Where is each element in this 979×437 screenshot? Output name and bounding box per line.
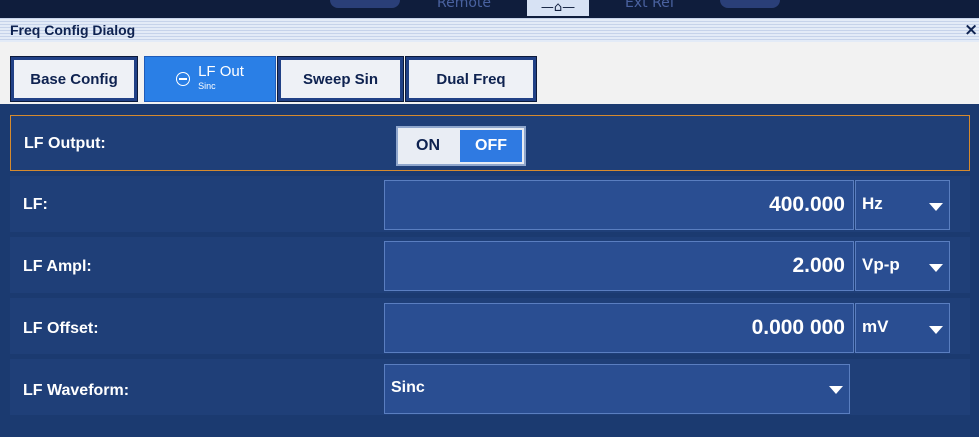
status-strip-shape-right [720, 0, 780, 8]
lf-ampl-unit: Vp-p [862, 255, 900, 274]
freq-config-dialog: Freq Config Dialog × Base Config LF Out … [0, 18, 979, 437]
lf-offset-value: 0.000 000 [751, 316, 845, 339]
lf-ampl-value-field[interactable]: 2.000 [384, 241, 854, 291]
status-strip: Remote —⌂— Ext Ref [0, 0, 979, 18]
lf-ampl-unit-select[interactable]: Vp-p [855, 241, 950, 291]
dialog-titlebar[interactable]: Freq Config Dialog × [0, 18, 979, 42]
chevron-down-icon [829, 386, 843, 394]
lf-ampl-label: LF Ampl: [23, 258, 92, 275]
lf-ampl-value: 2.000 [792, 254, 845, 277]
tab-label: LF Out [198, 63, 244, 80]
lf-offset-value-field[interactable]: 0.000 000 [384, 303, 854, 353]
chevron-down-icon [929, 203, 943, 211]
lf-offset-unit: mV [862, 317, 889, 336]
lf-output-row: LF Output: ON OFF [10, 115, 970, 171]
tab-bar: Base Config LF Out Sinc Sweep Sin Dual F… [0, 42, 979, 104]
tab-lf-out-content: LF Out Sinc [176, 63, 244, 93]
tab-sweep-sin-face: Sweep Sin [281, 60, 400, 98]
lf-unit-select[interactable]: Hz [855, 180, 950, 230]
tab-sweep-sin[interactable]: Sweep Sin [277, 56, 404, 102]
tab-base-config-face: Base Config [14, 60, 134, 98]
home-icon[interactable]: —⌂— [527, 0, 589, 16]
ext-ref-indicator: Ext Ref [625, 0, 675, 11]
lf-output-toggle[interactable]: ON OFF [396, 126, 526, 166]
lf-value-field[interactable]: 400.000 [384, 180, 854, 230]
tab-label: Base Config [30, 70, 118, 88]
tab-base-config[interactable]: Base Config [10, 56, 138, 102]
chevron-down-icon [929, 326, 943, 334]
lf-unit: Hz [862, 194, 883, 213]
lf-waveform-select[interactable]: Sinc [384, 364, 850, 414]
toggle-off-option[interactable]: OFF [460, 130, 522, 162]
lf-offset-label: LF Offset: [23, 320, 99, 337]
dialog-title: Freq Config Dialog [10, 22, 136, 38]
chevron-down-icon [929, 264, 943, 272]
tab-lf-out-text: LF Out Sinc [198, 63, 244, 93]
lf-output-label: LF Output: [24, 135, 106, 152]
tab-label: Sweep Sin [302, 70, 379, 88]
tab-sublabel: Sinc [198, 81, 216, 91]
lf-offset-unit-select[interactable]: mV [855, 303, 950, 353]
lf-label: LF: [23, 196, 48, 213]
lf-waveform-label: LF Waveform: [23, 382, 130, 399]
tab-dual-freq-face: Dual Freq [409, 60, 533, 98]
lf-out-panel: LF Output: ON OFF LF: 400.000 Hz LF Ampl… [0, 104, 979, 437]
status-strip-shape-left [330, 0, 400, 8]
tab-lf-out[interactable]: LF Out Sinc [144, 56, 276, 102]
tab-label: Dual Freq [436, 70, 506, 88]
minus-circle-icon [176, 72, 191, 86]
close-icon[interactable]: × [964, 20, 978, 40]
remote-indicator: Remote [437, 0, 492, 11]
tab-dual-freq[interactable]: Dual Freq [405, 56, 537, 102]
toggle-on-option[interactable]: ON [398, 128, 458, 164]
lf-value: 400.000 [769, 193, 845, 216]
lf-waveform-value: Sinc [391, 379, 425, 396]
